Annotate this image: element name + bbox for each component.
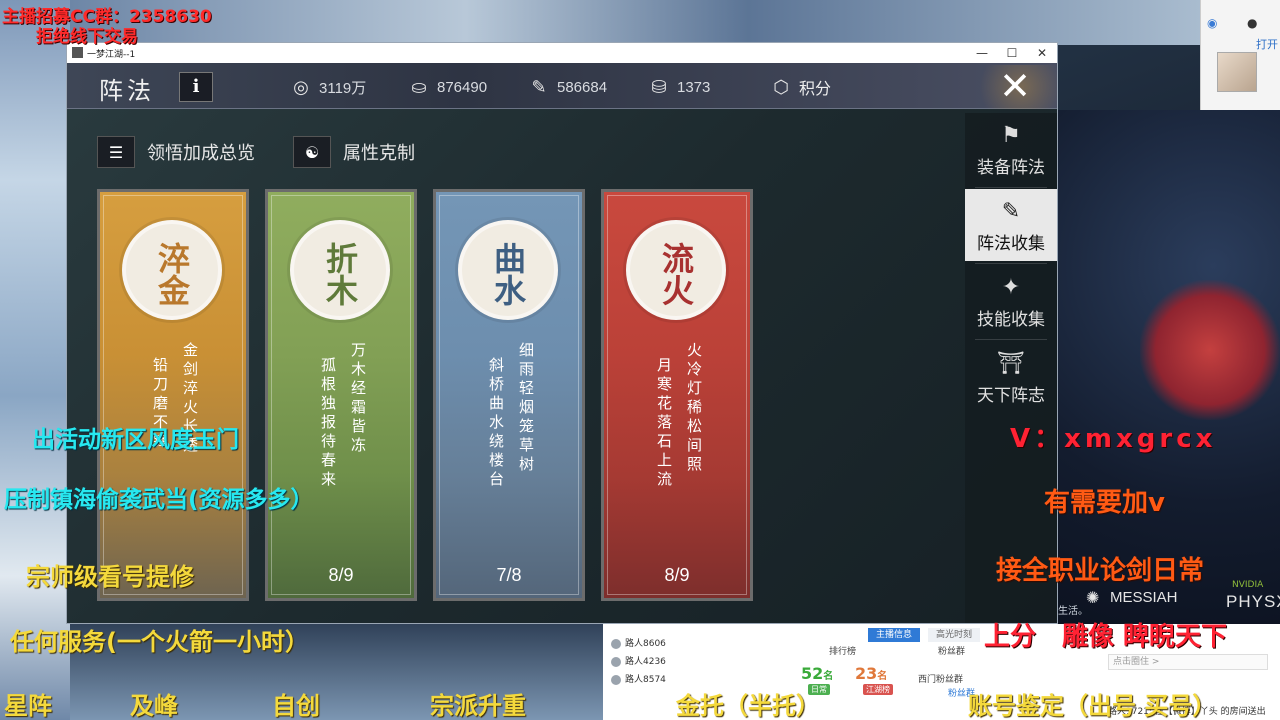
card-progress: 8/9: [664, 565, 690, 585]
info-button[interactable]: i: [179, 72, 213, 102]
card-progress: 8/9: [328, 565, 354, 585]
streamer-cam-panel: ◉ ● 打开: [1200, 0, 1280, 110]
sidebar-item-formation-collection[interactable]: ✎ 阵法收集: [965, 189, 1057, 261]
skill-flame-icon: ✦: [1001, 275, 1021, 300]
overlay-bottom-item-4: 宗派升重: [430, 692, 526, 720]
card-poem-left: 斜桥曲水绕楼台: [487, 357, 505, 490]
cam-open-label[interactable]: 打开: [1256, 36, 1278, 52]
minimize-button[interactable]: —: [967, 43, 997, 63]
window-close-button[interactable]: ✕: [1027, 43, 1057, 63]
messiah-label: MESSIAH: [1110, 589, 1178, 606]
maximize-button[interactable]: ☐: [997, 43, 1027, 63]
formation-card-fire[interactable]: 流火 火冷灯稀松间照 月寒花落石上流 8/9: [601, 189, 753, 601]
card-poem-left: 孤根独报待春来: [319, 357, 337, 490]
overlay-event-text: 出活动新区风度玉门: [32, 427, 239, 453]
formation-sidebar: ⚑ 装备阵法 ✎ 阵法收集 ✦ 技能收集 ⛩ 天下阵志: [965, 113, 1057, 623]
cam-app-icon[interactable]: ◉: [1207, 16, 1217, 30]
overlay-pvp-text: 接全职业论剑日常: [996, 556, 1205, 586]
resource-tickets: ✎ 586684: [527, 75, 607, 99]
chat-follow-input[interactable]: 点击圈住 >: [1108, 654, 1268, 670]
resource-gold: ⛁ 1373: [647, 75, 710, 99]
card-progress: 7/8: [496, 565, 522, 585]
card-poem-right: 细雨轻烟笼草树: [517, 342, 535, 475]
sidebar-item-skill-collection[interactable]: ✦ 技能收集: [965, 265, 1057, 337]
sidebar-item-equip-formation[interactable]: ⚑ 装备阵法: [965, 113, 1057, 185]
overlay-bottom-item-3: 自创: [272, 692, 320, 720]
nvidia-label: NVIDIA: [1232, 580, 1264, 590]
insight-overview-button[interactable]: ☰ 领悟加成总览: [97, 135, 255, 169]
overlay-service-text: 任何服务(一个火箭一小时）: [10, 628, 309, 656]
card-poem-left: 月寒花落石上流: [655, 357, 673, 490]
overlay-bottom-item-6: 账号鉴定（出号 买号）: [968, 692, 1217, 720]
card-title: 折木: [321, 242, 359, 306]
fan-group-name[interactable]: 西门粉丝群: [918, 672, 963, 685]
avatar: [611, 674, 621, 685]
fan-group-header[interactable]: 粉丝群: [938, 644, 965, 657]
coin-reel-icon: ◎: [293, 76, 309, 98]
card-title: 曲水: [489, 242, 527, 306]
overlay-bottom-item-2: 及峰: [130, 692, 178, 720]
avatar: [611, 656, 621, 667]
card-emblem: 流火: [626, 220, 726, 320]
avatar: [611, 638, 621, 649]
pavilion-icon: ⛩: [997, 351, 1025, 376]
cam-panda-icon: ●: [1247, 16, 1258, 30]
app-icon: [72, 47, 83, 58]
shield-icon: ⬡: [773, 76, 789, 98]
stream-background-left: [0, 0, 70, 720]
formation-card-metal[interactable]: 淬金 金剑淬火长透 铅刀磨不锋: [97, 189, 249, 601]
element-counter-button[interactable]: ☯ 属性克制: [293, 135, 415, 169]
background-caption: 生活。: [1058, 606, 1088, 617]
card-title: 流火: [657, 242, 695, 306]
game-window: 一梦江湖--1 — ☐ ✕ 阵法 i ◎ 3119万 ⛀ 876490 ✎ 58…: [66, 42, 1058, 624]
messiah-logo-icon: ✺: [1086, 588, 1100, 607]
cam-thumbnail[interactable]: [1217, 52, 1257, 92]
overlay-suppress-text: 压制镇海偷袭武当(资源多多）: [4, 487, 314, 513]
scroll-collection-icon: ✎: [1001, 199, 1021, 224]
overlay-add-v-text: 有需要加v: [1044, 488, 1165, 518]
silver-ingot-icon: ⛀: [411, 76, 427, 98]
resource-silver: ⛀ 876490: [407, 75, 487, 99]
card-emblem: 折木: [290, 220, 390, 320]
formation-card-wood[interactable]: 折木 万木经霜皆冻 孤根独报待春来 8/9: [265, 189, 417, 601]
close-button[interactable]: ✕: [989, 61, 1041, 111]
gold-ingot-icon: ⛁: [651, 76, 667, 98]
overlay-bottom-item-5: 金托（半托）: [676, 692, 820, 720]
overlay-no-offline-text: 拒绝线下交易: [36, 27, 138, 47]
physx-label: PHYSX: [1226, 592, 1280, 611]
card-title: 淬金: [153, 242, 191, 306]
card-emblem: 淬金: [122, 220, 222, 320]
resource-points[interactable]: ⬡ 积分: [769, 75, 831, 99]
tab-streamer-info[interactable]: 主播信息: [868, 628, 921, 642]
page-title: 阵法: [99, 77, 155, 105]
list-item[interactable]: 路人8574: [611, 672, 666, 685]
game-header: 阵法 i ◎ 3119万 ⛀ 876490 ✎ 586684 ⛁ 1373 ⬡ …: [67, 63, 1057, 109]
rank-stat-jianghu: 23名: [855, 664, 888, 683]
swirl-icon: ☯: [293, 136, 331, 168]
list-item[interactable]: 路人8606: [611, 636, 666, 649]
card-poem-right: 火冷灯稀松间照: [685, 342, 703, 475]
formation-card-water[interactable]: 曲水 细雨轻烟笼草树 斜桥曲水绕楼台 7/8: [433, 189, 585, 601]
overlay-rank-text: 上分 雕像 睥睨天下: [984, 622, 1228, 652]
equip-formation-icon: ⚑: [1001, 123, 1021, 148]
list-item[interactable]: 路人4236: [611, 654, 666, 667]
overlay-contact-text: V：xmxgrcx: [1010, 424, 1217, 454]
window-titlebar[interactable]: 一梦江湖--1 — ☐ ✕: [67, 43, 1057, 63]
ticket-icon: ✎: [531, 76, 547, 98]
ranking-header[interactable]: 排行榜: [829, 644, 856, 657]
window-title: 一梦江湖--1: [87, 50, 136, 60]
jianghu-badge: 江湖榜: [863, 684, 893, 695]
card-poem-right: 万木经霜皆冻: [349, 342, 367, 456]
tab-highlights[interactable]: 高光时刻: [928, 628, 981, 642]
overlay-bottom-item-1: 星阵: [4, 692, 52, 720]
stream-background-tree: [1140, 280, 1280, 420]
rank-stat-daily: 52名: [801, 664, 834, 683]
game-viewport: 阵法 i ◎ 3119万 ⛀ 876490 ✎ 586684 ⛁ 1373 ⬡ …: [67, 63, 1057, 623]
card-emblem: 曲水: [458, 220, 558, 320]
overlay-master-text: 宗师级看号提修: [26, 563, 194, 591]
list-icon: ☰: [97, 136, 135, 168]
sidebar-item-world-formation[interactable]: ⛩ 天下阵志: [965, 341, 1057, 413]
stream-background-top: [70, 0, 1200, 45]
resource-coins: ◎ 3119万: [289, 75, 366, 99]
